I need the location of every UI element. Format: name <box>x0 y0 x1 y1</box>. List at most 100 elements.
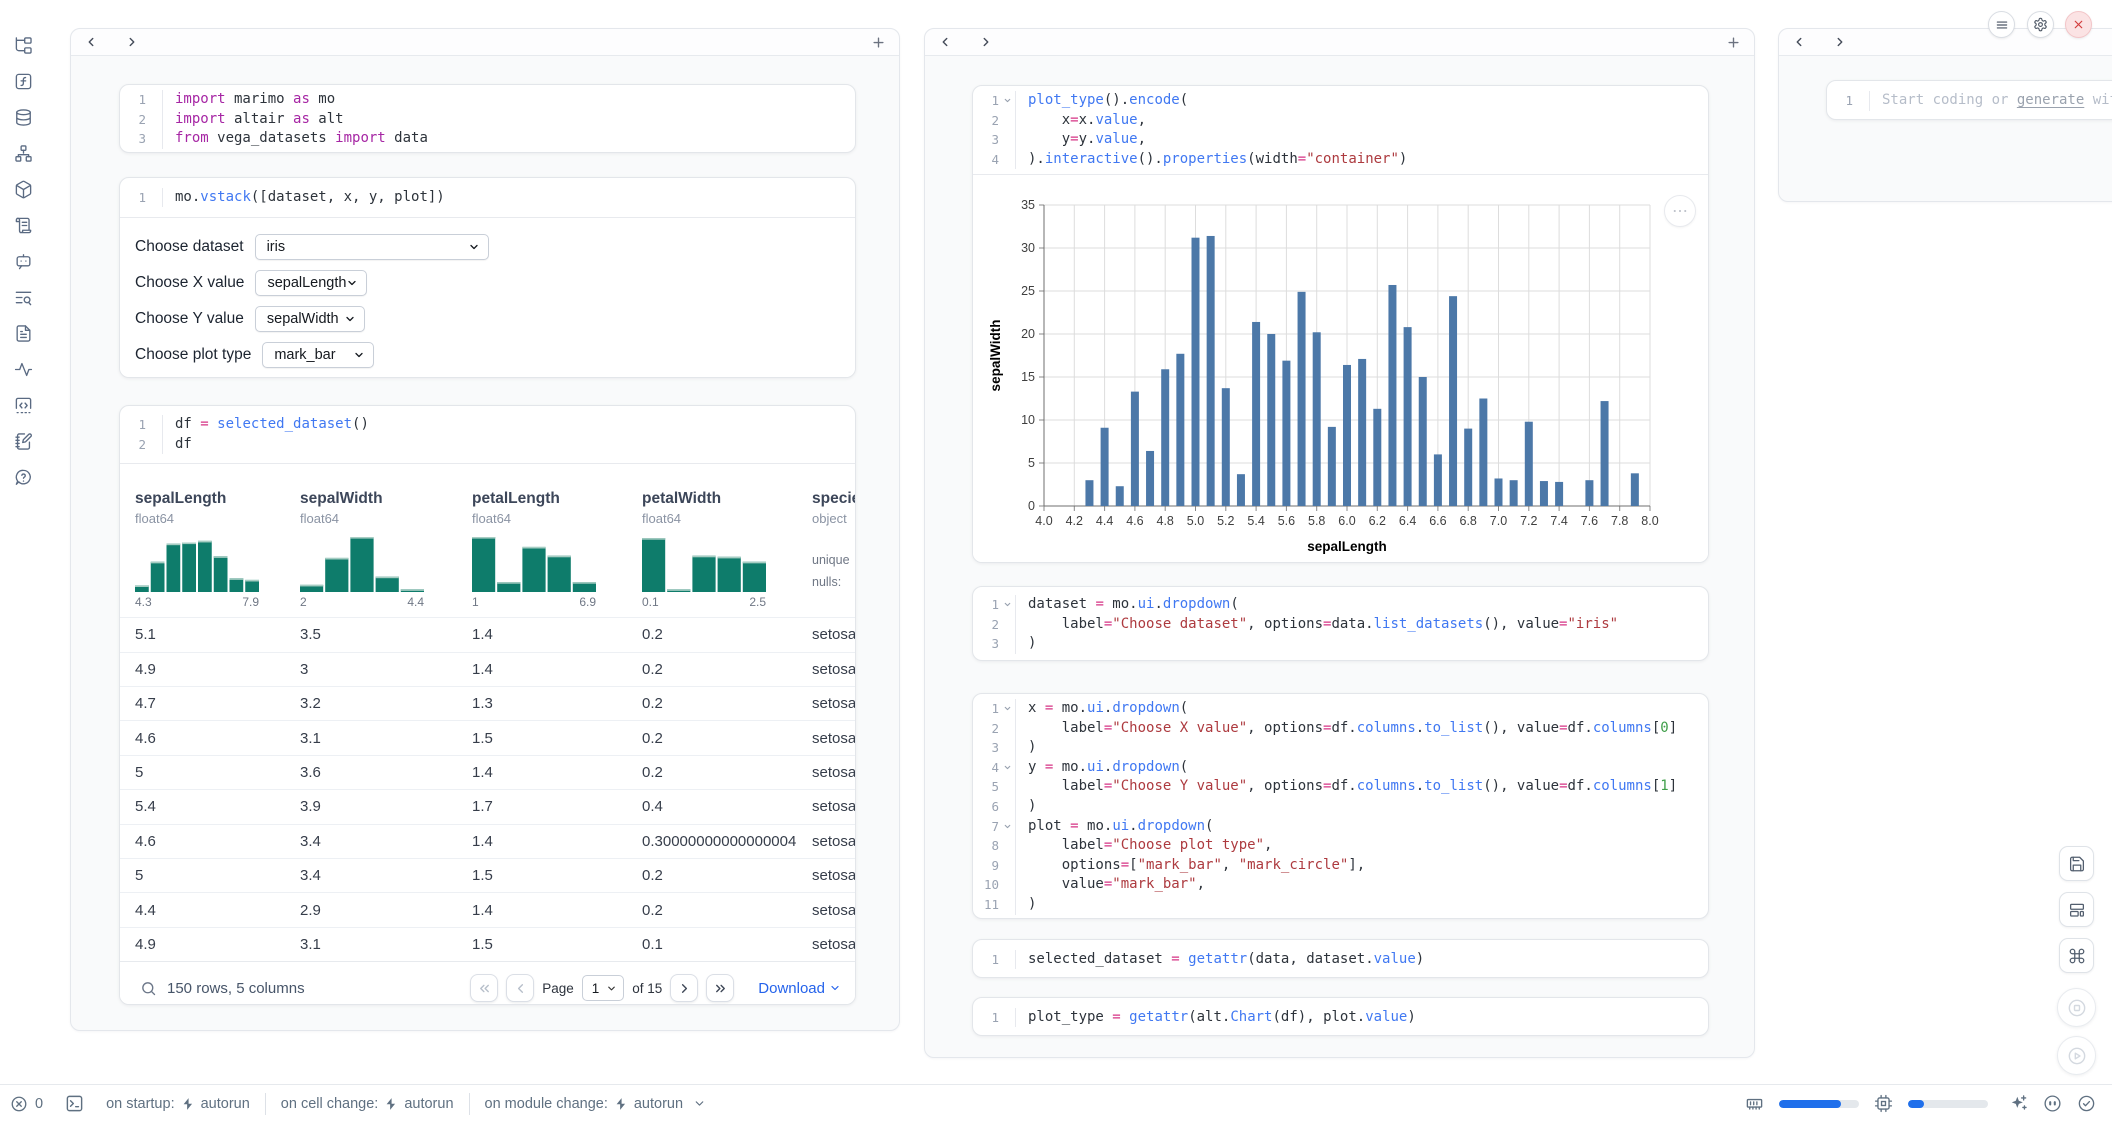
code-line: 1dataset = mo.ui.dropdown( <box>973 595 1708 615</box>
prev-page-button[interactable] <box>506 974 534 1002</box>
functions-icon[interactable] <box>11 70 37 93</box>
run-button[interactable] <box>2057 1036 2096 1075</box>
menu-button[interactable] <box>1988 11 2015 38</box>
code-line: 8 label="Choose plot type", <box>973 836 1708 856</box>
on-cell-change-setting[interactable]: on cell change: autorun <box>281 1096 454 1112</box>
chevron-down-icon <box>693 1097 706 1110</box>
table-row[interactable]: 4.73.21.30.2setosa <box>120 686 855 720</box>
chevron-down-icon <box>606 983 617 994</box>
dropdown-select[interactable]: sepalLength <box>255 270 367 296</box>
column-header[interactable]: sepalLengthfloat644.37.9 <box>135 490 300 609</box>
save-button[interactable] <box>2059 846 2094 881</box>
svg-text:15: 15 <box>1021 370 1035 384</box>
svg-text:20: 20 <box>1021 327 1035 341</box>
column-header[interactable]: petalLengthfloat6416.9 <box>472 490 642 609</box>
errors-icon[interactable] <box>10 1095 28 1113</box>
text-search-icon[interactable] <box>11 286 37 309</box>
errors-count: 0 <box>35 1096 43 1112</box>
panel-forward-button[interactable] <box>125 35 139 49</box>
dropdown-select[interactable]: sepalWidth <box>255 306 365 332</box>
table-cell: 0.2 <box>642 626 812 643</box>
panel-back-button[interactable] <box>1792 35 1806 49</box>
code-editor[interactable]: 1plot_type().encode(2 x=x.value,3 y=y.va… <box>973 86 1708 174</box>
page-select[interactable]: 1 <box>582 975 625 1001</box>
code-editor[interactable]: 1dataset = mo.ui.dropdown(2 label="Choos… <box>973 587 1708 661</box>
code-editor[interactable]: 1df = selected_dataset()2df <box>120 406 855 463</box>
status-bar: 0 on startup: autorun on cell change: au… <box>0 1084 2112 1122</box>
add-cell-button[interactable] <box>871 35 886 50</box>
on-startup-setting[interactable]: on startup: autorun <box>106 1096 250 1112</box>
documentation-icon[interactable] <box>11 322 37 345</box>
scratchpad-icon[interactable] <box>11 430 37 453</box>
code-cell-dataframe: 1df = selected_dataset()2df sepalLengthf… <box>119 405 856 1005</box>
stop-button[interactable] <box>2057 988 2096 1027</box>
column-histogram <box>472 535 596 592</box>
table-cell: 1.5 <box>472 936 642 953</box>
data-sources-icon[interactable] <box>11 106 37 129</box>
first-page-button[interactable] <box>470 974 498 1002</box>
column-header[interactable]: speciesobjectuniquenulls: <box>812 490 855 609</box>
panel-forward-button[interactable] <box>1833 35 1847 49</box>
bar-chart[interactable]: 4.04.24.44.64.85.05.25.45.65.86.06.26.46… <box>973 188 1709 563</box>
table-row[interactable]: 4.63.11.50.2setosa <box>120 720 855 754</box>
code-editor[interactable]: 1x = mo.ui.dropdown(2 label="Choose X va… <box>973 694 1708 919</box>
code-placeholder[interactable]: Start coding or generate with <box>1869 91 2112 111</box>
svg-text:sepalWidth: sepalWidth <box>988 320 1003 392</box>
column-header[interactable]: petalWidthfloat640.12.5 <box>642 490 812 609</box>
shutdown-button[interactable] <box>2065 11 2092 38</box>
file-tree-icon[interactable] <box>11 34 37 57</box>
code-line: 1df = selected_dataset() <box>120 415 855 435</box>
help-icon[interactable] <box>11 466 37 489</box>
logs-icon[interactable] <box>11 214 37 237</box>
dependency-graph-icon[interactable] <box>11 142 37 165</box>
search-icon[interactable] <box>140 980 157 997</box>
table-row[interactable]: 4.931.40.2setosa <box>120 652 855 686</box>
table-cell: 0.2 <box>642 764 812 781</box>
add-cell-button[interactable] <box>1726 35 1741 50</box>
table-row[interactable]: 53.41.50.2setosa <box>120 858 855 892</box>
download-button[interactable]: Download <box>758 980 841 997</box>
generate-link[interactable]: generate <box>2017 91 2084 111</box>
keyboard-shortcuts-button[interactable] <box>2059 938 2094 973</box>
code-editor[interactable]: 1selected_dataset = getattr(data, datase… <box>973 940 1708 978</box>
table-row[interactable]: 4.63.41.40.30000000000000004setosa <box>120 824 855 858</box>
panel-back-button[interactable] <box>84 35 98 49</box>
connection-status-icon[interactable] <box>2077 1094 2096 1113</box>
dropdown-select[interactable]: iris <box>255 234 489 260</box>
snippets-icon[interactable] <box>11 394 37 417</box>
dropdown-label: Choose dataset <box>135 238 244 256</box>
table-row[interactable]: 4.42.91.40.2setosa <box>120 892 855 926</box>
layout-button[interactable] <box>2059 892 2094 927</box>
code-editor[interactable]: 1plot_type = getattr(alt.Chart(df), plot… <box>973 998 1708 1036</box>
column-header[interactable]: sepalWidthfloat6424.4 <box>300 490 472 609</box>
table-cell: 5 <box>135 867 300 884</box>
table-cell: 1.4 <box>472 902 642 919</box>
tracing-icon[interactable] <box>11 358 37 381</box>
next-page-button[interactable] <box>670 974 698 1002</box>
table-row[interactable]: 53.61.40.2setosa <box>120 755 855 789</box>
packages-icon[interactable] <box>11 178 37 201</box>
panel-back-button[interactable] <box>938 35 952 49</box>
panel-forward-button[interactable] <box>979 35 993 49</box>
code-cell-selected-dataset: 1selected_dataset = getattr(data, datase… <box>972 939 1709 978</box>
settings-button[interactable] <box>2027 11 2054 38</box>
svg-text:25: 25 <box>1021 284 1035 298</box>
last-page-button[interactable] <box>706 974 734 1002</box>
ai-chat-icon[interactable] <box>11 250 37 273</box>
ai-sparkles-icon[interactable] <box>2009 1094 2028 1113</box>
code-cell-xy-dropdowns: 1x = mo.ui.dropdown(2 label="Choose X va… <box>972 693 1709 919</box>
code-line: 5 label="Choose Y value", options=df.col… <box>973 777 1708 797</box>
svg-text:5.2: 5.2 <box>1217 514 1234 528</box>
on-module-change-setting[interactable]: on module change: autorun <box>485 1096 707 1112</box>
code-editor[interactable]: 1import marimo as mo2import altair as al… <box>120 85 855 153</box>
table-row[interactable]: 5.13.51.40.2setosa <box>120 617 855 651</box>
copilot-icon[interactable] <box>2043 1094 2062 1113</box>
dropdown-select[interactable]: mark_bar <box>262 342 374 368</box>
table-cell: 1.4 <box>472 661 642 678</box>
code-editor[interactable]: 1mo.vstack([dataset, x, y, plot]) <box>120 178 855 217</box>
code-cell-empty: 1 Start coding or generate with <box>1826 80 2112 120</box>
terminal-icon[interactable] <box>65 1094 84 1113</box>
table-row[interactable]: 5.43.91.70.4setosa <box>120 789 855 823</box>
table-row[interactable]: 4.93.11.50.1setosa <box>120 927 855 961</box>
svg-text:7.2: 7.2 <box>1520 514 1537 528</box>
